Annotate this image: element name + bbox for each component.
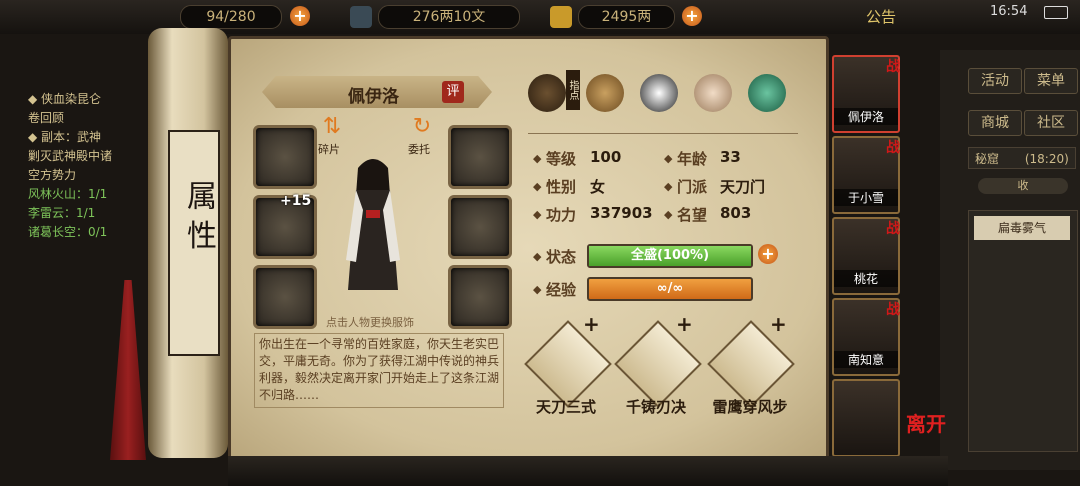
party-member-5[interactable] [832, 379, 900, 457]
age-label: 年龄 [677, 150, 708, 168]
tab-guide-label: 指点 [566, 70, 580, 110]
quest-line: ◆ 副本：武神 [28, 130, 102, 144]
sect-value: 天刀门 [720, 178, 766, 196]
battery-icon [1044, 6, 1068, 19]
fragments-label: 碎片 [318, 143, 340, 156]
status-text: 全盛(100%) [630, 248, 710, 263]
fame-value: 803 [720, 204, 752, 222]
exp-label: 经验 [546, 281, 577, 299]
character-name: 佩伊洛 [348, 87, 399, 107]
divider [528, 133, 798, 134]
quest-line: 剿灭武神殿中诸 [28, 149, 113, 163]
menu-button[interactable]: 菜单 [1024, 68, 1078, 94]
skill-2-name: 千铸刃决 [625, 398, 686, 416]
collapse-toggle[interactable]: 收 [978, 178, 1068, 194]
diamond-icon: ◆ [533, 283, 542, 296]
status-label: 状态 [546, 248, 577, 266]
party-member-4-name: 南知意 [834, 351, 898, 368]
activity-button[interactable]: 活动 [968, 68, 1022, 94]
level-label: 等级 [546, 150, 577, 168]
weapon-bonus: +15 [280, 193, 312, 209]
add-stamina-button[interactable]: + [290, 6, 310, 26]
silver-icon [350, 6, 372, 28]
quest-line: 诸葛长空：0/1 [28, 225, 108, 239]
skill-2-upgrade-button[interactable]: + [676, 312, 693, 336]
skill-3-name: 雷鹰穿风步 [712, 398, 788, 416]
party-member-1-name: 佩伊洛 [834, 108, 898, 125]
diamond-icon: ◆ [533, 208, 542, 221]
fragments-icon[interactable]: ⇅ [320, 114, 344, 140]
level-value: 100 [590, 148, 622, 166]
diamond-icon: ◆ [664, 208, 673, 221]
secret-cave-button[interactable]: 秘窟 (18:20) [968, 147, 1076, 169]
secret-time: (18:20) [1024, 152, 1069, 166]
secret-label: 秘窟 [975, 152, 1000, 166]
announcement-button[interactable]: 公告 [866, 6, 896, 27]
quest-line: ◆ 侠血染昆仑 [28, 92, 102, 106]
diamond-icon: ◆ [533, 250, 542, 263]
tab-guide-icon[interactable] [528, 74, 566, 112]
buff-panel [968, 210, 1078, 452]
clock: 16:54 [990, 4, 1028, 19]
party-member-1-battle-tag: 战 [886, 59, 900, 75]
scroll-title: 属 性 [181, 180, 216, 250]
fame-label: 名望 [677, 206, 708, 224]
buff-item[interactable]: 扁毒雾气 [974, 216, 1070, 240]
quest-line: 卷回顾 [28, 111, 65, 125]
character-description: 你出生在一个寻常的百姓家庭，你天生老实巴交，平庸无奇。你为了获得江湖中传说的神兵… [254, 333, 504, 408]
entrust-icon[interactable]: ↻ [410, 114, 434, 140]
quest-line: 风林火山：1/1 [28, 187, 108, 201]
currency2-display: 2495两 [578, 5, 675, 29]
equip-slot-ring[interactable] [253, 265, 317, 329]
party-member-4-battle-tag: 战 [886, 302, 900, 318]
tassel-decoration [110, 280, 146, 460]
character-avatar[interactable] [338, 150, 408, 300]
equip-slot-hat[interactable] [253, 125, 317, 189]
equip-slot-armor[interactable] [448, 195, 512, 259]
add-currency-button[interactable]: + [682, 6, 702, 26]
gender-label: 性别 [546, 178, 577, 196]
power-value: 337903 [590, 204, 653, 222]
gender-value: 女 [590, 178, 606, 196]
tab-compass-icon[interactable] [748, 74, 786, 112]
status-bar: 全盛(100%) [587, 244, 753, 268]
party-member-2-battle-tag: 战 [886, 140, 900, 156]
diamond-icon: ◆ [664, 152, 673, 165]
skill-3-upgrade-button[interactable]: + [770, 312, 787, 336]
tab-meridian-icon[interactable] [694, 74, 732, 112]
entrust-label: 委托 [408, 143, 430, 156]
currency1-display: 276两10文 [378, 5, 520, 29]
diamond-icon: ◆ [533, 180, 542, 193]
equip-slot-accessory[interactable] [448, 265, 512, 329]
change-outfit-hint: 点击人物更换服饰 [326, 316, 414, 329]
stamina-display: 94/280 [180, 5, 282, 29]
bottom-nav-bar [228, 456, 948, 486]
tab-yinyang-icon[interactable] [640, 74, 678, 112]
equip-slot-mount[interactable] [448, 125, 512, 189]
gold-icon [550, 6, 572, 28]
diamond-icon: ◆ [664, 180, 673, 193]
quest-panel[interactable]: ◆ 侠血染昆仑 卷回顾 ◆ 副本：武神 剿灭武神殿中诸 空方势力风林火山：1/1 李雷云：… [28, 90, 158, 242]
rate-button[interactable]: 评 [442, 81, 464, 103]
age-value: 33 [720, 148, 741, 166]
sect-label: 门派 [677, 178, 708, 196]
shop-button[interactable]: 商城 [968, 110, 1022, 136]
restore-status-button[interactable]: + [758, 244, 778, 264]
party-member-3-name: 桃花 [834, 270, 898, 287]
quest-line: 李雷云：1/1 [28, 206, 96, 220]
diamond-icon: ◆ [533, 152, 542, 165]
tab-book-icon[interactable] [586, 74, 624, 112]
party-member-2-name: 于小雪 [834, 189, 898, 206]
leave-button[interactable]: 离开 [906, 408, 946, 437]
exp-bar: ∞/∞ [587, 277, 753, 301]
skill-1-name: 天刀三式 [535, 398, 596, 416]
party-member-3-battle-tag: 战 [886, 221, 900, 237]
quest-line: 空方势力 [28, 168, 77, 182]
community-button[interactable]: 社区 [1024, 110, 1078, 136]
skill-1-upgrade-button[interactable]: + [583, 312, 600, 336]
power-label: 功力 [546, 206, 577, 224]
